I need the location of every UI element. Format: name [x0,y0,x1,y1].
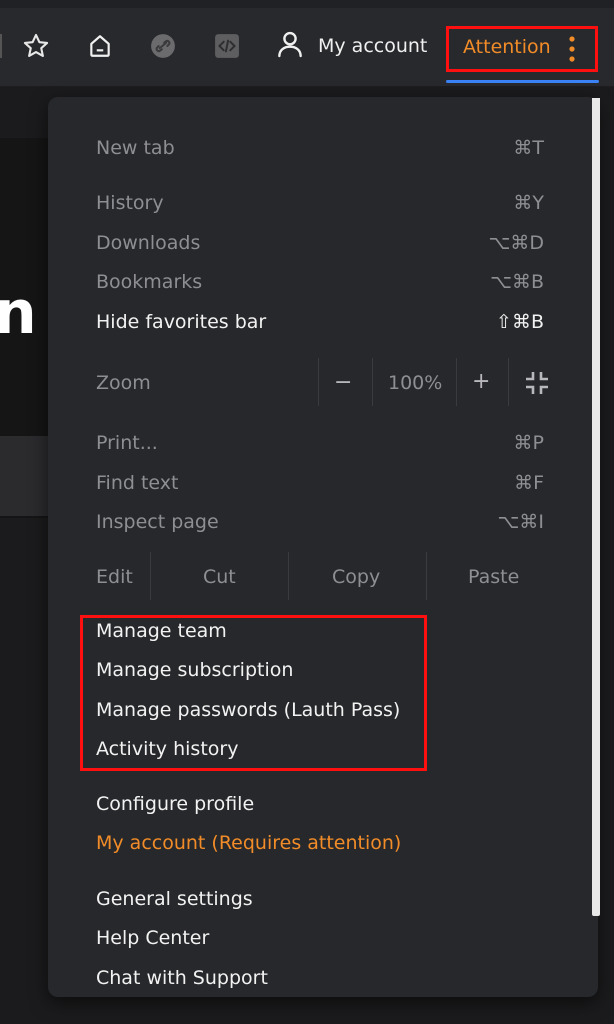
menu-item-hide-favorites-bar[interactable]: Hide favorites bar [96,309,266,335]
zoom-out-button[interactable]: − [334,370,352,396]
menu-item-chat-with-support[interactable]: Chat with Support [96,965,268,991]
toolbar-divider [0,34,2,58]
menu-item-history[interactable]: History [96,190,164,216]
home-extension-icon[interactable] [82,28,118,64]
shortcut-hide-favorites-bar: ⇧⌘B [496,311,544,333]
menu-scrollbar[interactable] [592,98,600,916]
zoom-divider [318,358,319,406]
attention-menu-button[interactable]: Attention [446,26,598,72]
shortcut-print: ⌘P [513,432,544,454]
more-vertical-icon [567,33,577,65]
page-input-fragment [0,436,48,516]
fullscreen-exit-icon[interactable] [524,370,550,400]
edit-divider [150,552,151,600]
zoom-divider [456,358,457,406]
zoom-divider [372,358,373,406]
copy-button[interactable]: Copy [332,564,380,590]
active-tab-underline [446,80,599,83]
menu-item-downloads[interactable]: Downloads [96,230,200,256]
highlight-box [80,615,427,771]
attention-label: Attention [463,36,551,58]
cut-button[interactable]: Cut [203,564,236,590]
code-extension-icon[interactable] [209,28,245,64]
user-icon [274,28,306,64]
menu-item-new-tab[interactable]: New tab [96,135,175,161]
menu-item-general-settings[interactable]: General settings [96,886,253,912]
my-account-label: My account [318,35,428,57]
menu-item-help-center[interactable]: Help Center [96,925,209,951]
menu-item-edit: Edit [96,566,133,588]
menu-item-inspect-page[interactable]: Inspect page [96,509,219,535]
page-heading-fragment: n [0,278,37,348]
zoom-level: 100% [388,372,443,394]
browser-toolbar: My account Attention [0,0,614,87]
shortcut-bookmarks: ⌥⌘B [490,271,544,293]
shortcut-new-tab: ⌘T [513,137,544,159]
menu-item-configure-profile[interactable]: Configure profile [96,791,254,817]
shortcut-downloads: ⌥⌘D [488,232,544,254]
zoom-divider [508,358,509,406]
tab-strip [0,0,614,8]
shortcut-history: ⌘Y [513,192,544,214]
menu-item-print[interactable]: Print... [96,430,158,456]
edit-divider [426,552,427,600]
shortcut-inspect-page: ⌥⌘I [497,511,545,533]
star-icon[interactable] [18,28,54,64]
menu-item-bookmarks[interactable]: Bookmarks [96,269,202,295]
shortcut-find-text: ⌘F [514,472,544,494]
edit-divider [288,552,289,600]
paste-button[interactable]: Paste [468,564,519,590]
menu-item-zoom: Zoom [96,372,151,394]
my-account-button[interactable]: My account [274,28,427,64]
menu-item-find-text[interactable]: Find text [96,470,178,496]
zoom-in-button[interactable]: + [472,369,490,395]
menu-item-my-account-attention[interactable]: My account (Requires attention) [96,830,401,856]
link-extension-icon[interactable] [145,28,181,64]
